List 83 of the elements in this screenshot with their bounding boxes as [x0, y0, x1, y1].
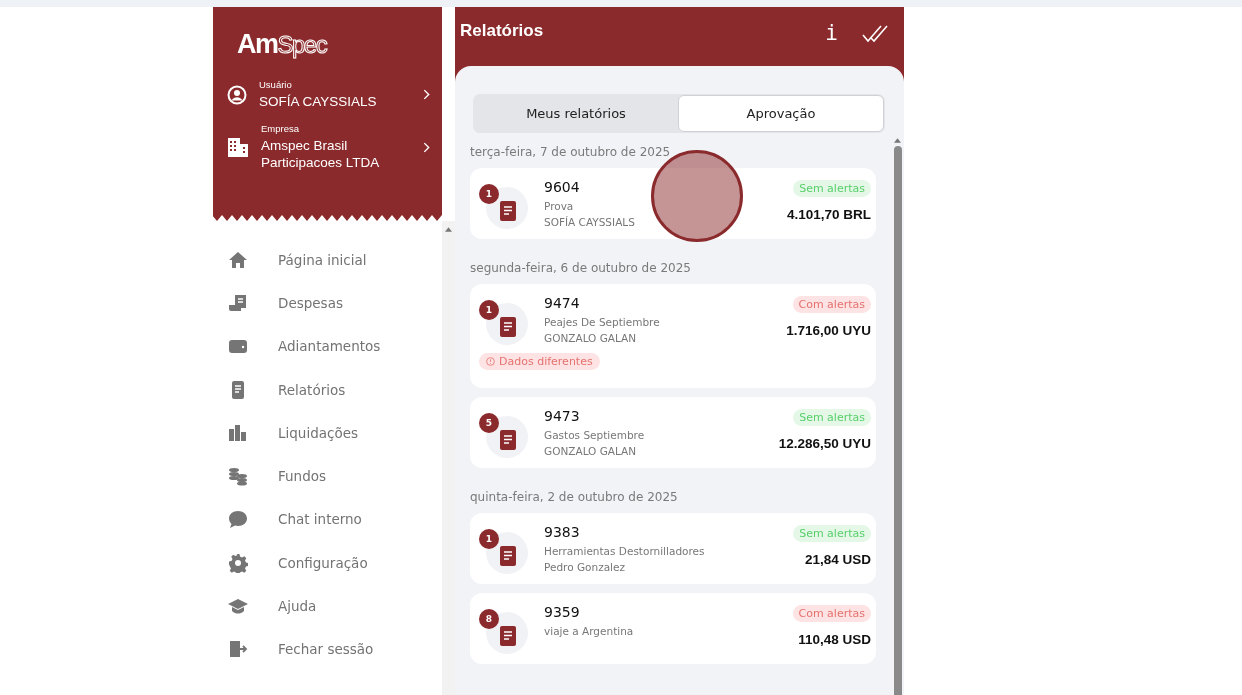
company-label: Empresa: [261, 123, 300, 134]
user-label: Usuário: [259, 79, 293, 90]
report-number: 9474: [544, 294, 581, 312]
date-heading: segunda-feira, 6 de outubro de 2025: [470, 261, 692, 275]
tab[interactable]: Meus relatórios: [474, 95, 678, 132]
count-badge: 1: [479, 529, 499, 549]
count-badge: 8: [479, 609, 499, 629]
document-icon: [500, 430, 516, 450]
report-amount: 110,48 USD: [798, 632, 871, 647]
report-title: Gastos Septiembre: [544, 429, 646, 441]
report-card[interactable]: 1 9604 Prova SOFÍA CAYSSIALS Sem alertas 4.101,70 BRL: [470, 168, 876, 239]
scroll-up-icon: [894, 138, 901, 143]
report-number: 9383: [544, 523, 581, 541]
report-owner: Pedro Gonzalez: [544, 561, 626, 573]
report-title: Prova: [544, 200, 575, 212]
report-card[interactable]: 1 9474 Peajes De Septiembre GONZALO GALAN Com alertas 1.716,00 UYU Dados diferentes: [470, 284, 876, 388]
info-circle-icon: [486, 357, 495, 366]
double-check-icon[interactable]: [862, 25, 888, 43]
report-number: 9359: [544, 603, 581, 621]
tab[interactable]: Aprovação: [678, 95, 884, 132]
menu-item[interactable]: Adiantamentos: [213, 324, 442, 368]
menu-item[interactable]: Chat interno: [213, 497, 442, 542]
report-owner: GONZALO GALAN: [544, 332, 638, 344]
report-amount: 21,84 USD: [804, 552, 871, 567]
menu-item[interactable]: Fechar sessão: [213, 627, 442, 671]
document-icon: [500, 546, 516, 566]
menu-item[interactable]: Despesas: [213, 281, 442, 325]
report-amount: 12.286,50 UYU: [778, 436, 871, 451]
company-selector[interactable]: Empresa Amspec Brasil Participacoes LTDA: [227, 123, 432, 171]
menu-item[interactable]: Página inicial: [213, 238, 442, 282]
count-badge: 1: [479, 300, 499, 320]
document-icon: [500, 201, 516, 221]
info-button[interactable]: i: [825, 21, 838, 45]
scrollbar[interactable]: [442, 221, 455, 695]
chat-bubble-icon: [228, 509, 248, 530]
status-badge: Sem alertas: [793, 409, 871, 426]
building-icon: [227, 136, 249, 158]
report-number: 9473: [544, 407, 581, 425]
count-badge: 1: [479, 184, 499, 204]
gear-icon: [228, 552, 248, 573]
report-title: viaje a Argentina: [544, 625, 635, 637]
report-amount: 4.101,70 BRL: [786, 207, 871, 222]
graduation-cap-icon: [228, 596, 248, 616]
report-card[interactable]: 1 9383 Herramientas Destornilladores Pedro Gonzalez Sem alertas 21,84 USD: [470, 513, 876, 584]
report-amount: 1.716,00 UYU: [786, 323, 871, 338]
report-owner: GONZALO GALAN: [544, 445, 638, 457]
menu-item[interactable]: Liquidações: [213, 411, 442, 455]
chevron-right-icon: [423, 89, 430, 100]
count-badge: 5: [479, 413, 499, 433]
scroll-up-icon: [445, 227, 452, 232]
date-heading: terça-feira, 7 de outubro de 2025: [470, 145, 672, 159]
report-owner: SOFÍA CAYSSIALS: [544, 216, 636, 228]
document-icon: [500, 317, 516, 337]
user-selector[interactable]: Usuário SOFÍA CAYSSIALS: [227, 79, 432, 110]
menu-item[interactable]: Fundos: [213, 454, 442, 498]
user-circle-icon: [227, 84, 247, 105]
status-badge: Com alertas: [792, 296, 871, 313]
logo: AmSpec: [237, 31, 328, 61]
company-name: Amspec Brasil Participacoes LTDA: [261, 137, 381, 171]
menu-item[interactable]: Ajuda: [213, 584, 442, 628]
status-badge: Sem alertas: [793, 180, 871, 197]
scrollbar[interactable]: [891, 135, 904, 695]
warning-text: Dados diferentes: [499, 355, 593, 368]
house-icon: [228, 249, 248, 270]
document-icon: [500, 626, 516, 646]
receipt-icon: [228, 292, 248, 313]
user-name: SOFÍA CAYSSIALS: [259, 93, 378, 110]
report-title: Peajes De Septiembre: [544, 316, 661, 328]
coins-icon: [228, 466, 248, 487]
page-title: Relatórios: [460, 21, 545, 41]
status-badge: Sem alertas: [793, 525, 871, 542]
menu-item[interactable]: Configuração: [213, 541, 442, 585]
bar-chart-icon: [228, 422, 248, 443]
date-heading: quinta-feira, 2 de outubro de 2025: [470, 490, 679, 504]
status-badge: Com alertas: [792, 605, 871, 622]
exit-icon: [228, 639, 248, 660]
report-number: 9604: [544, 178, 581, 196]
scroll-thumb[interactable]: [893, 146, 902, 695]
report-card[interactable]: 5 9473 Gastos Septiembre GONZALO GALAN Sem alertas 12.286,50 UYU: [470, 397, 876, 468]
report-card[interactable]: 8 9359 viaje a Argentina Com alertas 110,48 USD: [470, 593, 876, 664]
menu-item[interactable]: Relatórios: [213, 367, 442, 412]
chevron-right-icon: [423, 141, 430, 153]
report-title: Herramientas Destornilladores: [544, 545, 706, 557]
